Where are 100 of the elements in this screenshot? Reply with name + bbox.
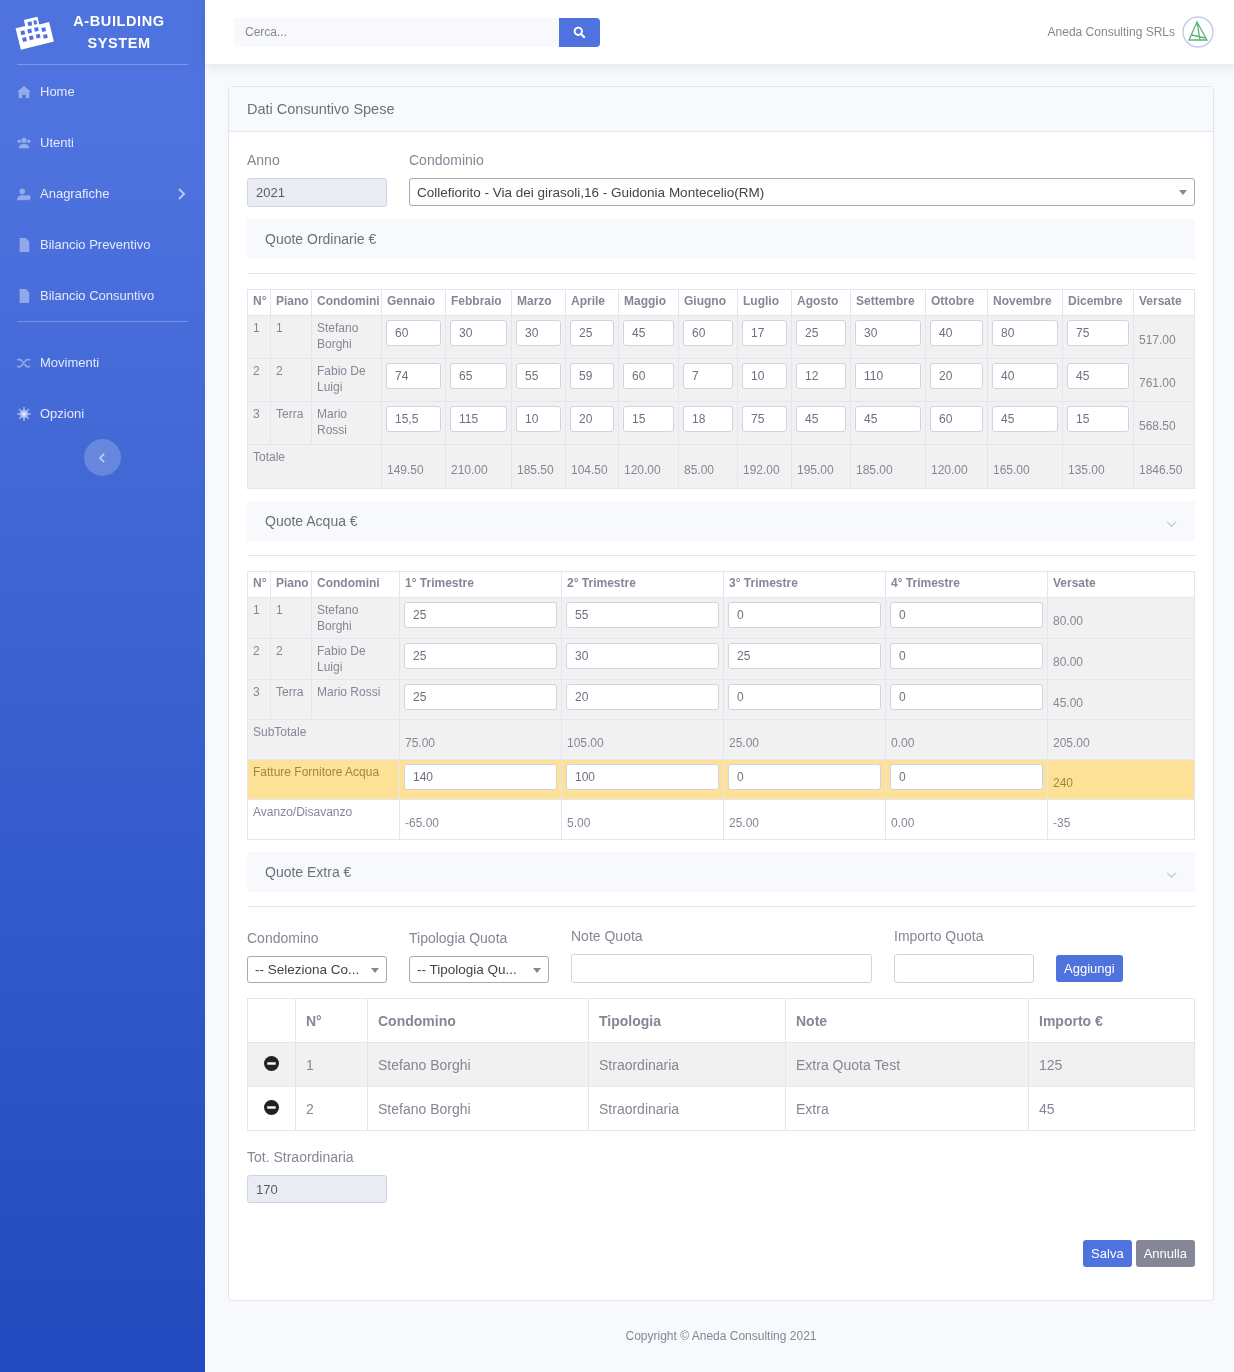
input-field[interactable]: 60 (930, 406, 983, 432)
input-field[interactable]: 30 (855, 320, 921, 346)
column-header: Settembre (850, 289, 926, 316)
sidebar-item[interactable]: Movimenti (17, 337, 188, 388)
table-cell: 195.00 (791, 444, 851, 489)
input-field[interactable]: 20 (566, 684, 719, 710)
input-field[interactable]: 20 (570, 406, 614, 432)
input-field[interactable]: 17 (742, 320, 787, 346)
input-field[interactable]: 75 (742, 406, 787, 432)
section-header[interactable]: Quote Ordinarie € (247, 219, 1195, 259)
column-header: 4° Trimestre (885, 571, 1048, 598)
sidebar-item[interactable]: Anagrafiche (17, 168, 188, 219)
input-field[interactable]: 0 (728, 602, 881, 628)
file-icon (17, 237, 31, 252)
input-field[interactable]: 15,5 (386, 406, 441, 432)
amount-field[interactable] (894, 954, 1034, 983)
column-header: 2° Trimestre (561, 571, 724, 598)
table-cell: 2 (247, 358, 271, 402)
sidebar-toggle-button[interactable] (84, 439, 121, 476)
input-field[interactable]: 75 (1067, 320, 1129, 346)
input-field[interactable]: 25 (796, 320, 846, 346)
input-field[interactable]: 0 (890, 764, 1043, 790)
input-field[interactable]: 45 (623, 320, 674, 346)
cancel-button[interactable]: Annulla (1135, 1240, 1195, 1267)
column-header: Giugno (678, 289, 738, 316)
input-field[interactable]: 140 (404, 764, 557, 790)
input-field[interactable]: 30 (450, 320, 507, 346)
add-button[interactable]: Aggiungi (1056, 955, 1123, 982)
input-field[interactable]: 0 (890, 643, 1043, 669)
condominio-select[interactable]: Collefiorito - Via dei girasoli,16 - Guidonia Montecelio(RM) (409, 178, 1195, 206)
input-field[interactable]: 20 (930, 363, 983, 389)
input-field[interactable]: 45 (855, 406, 921, 432)
input-field[interactable]: 10 (516, 406, 561, 432)
sidebar-item[interactable]: Bilancio Consuntivo (17, 270, 188, 321)
table-cell: 85.00 (678, 444, 738, 489)
note-field[interactable] (571, 954, 872, 983)
input-field[interactable]: 0 (890, 684, 1043, 710)
input-field[interactable]: 25 (404, 643, 557, 669)
input-field[interactable]: 10 (742, 363, 787, 389)
input-field[interactable]: 25 (404, 684, 557, 710)
column-header: Dicembre (1062, 289, 1134, 316)
sidebar-item[interactable]: Utenti (17, 117, 188, 168)
remove-icon[interactable] (264, 1055, 279, 1071)
input-field[interactable]: 25 (728, 643, 881, 669)
input-field[interactable]: 15 (623, 406, 674, 432)
year-field[interactable]: 2021 (247, 178, 387, 207)
search-field[interactable]: Cerca... (234, 17, 559, 47)
table-cell: 185.50 (511, 444, 566, 489)
input-field[interactable]: 30 (566, 643, 719, 669)
input-field[interactable]: 0 (890, 602, 1043, 628)
sidebar-item[interactable]: Bilancio Preventivo (17, 219, 188, 270)
remove-icon[interactable] (264, 1099, 279, 1115)
section-header[interactable]: Quote Extra € (247, 852, 1195, 892)
table-cell: 1 (247, 597, 271, 639)
input-field[interactable]: 60 (386, 320, 441, 346)
input-field[interactable]: 0 (728, 684, 881, 710)
input-field[interactable]: 12 (796, 363, 846, 389)
input-field[interactable]: 45 (796, 406, 846, 432)
input-field[interactable]: 55 (516, 363, 561, 389)
total-field[interactable]: 170 (247, 1175, 387, 1203)
input-field[interactable]: 65 (450, 363, 507, 389)
table-cell: 165.00 (987, 444, 1063, 489)
condomino-select[interactable]: -- Seleziona Co... (247, 956, 387, 983)
input-field[interactable]: 60 (683, 320, 733, 346)
input-field[interactable]: 18 (683, 406, 733, 432)
column-header: Condomino (367, 998, 589, 1043)
table-cell: 1 (295, 1042, 368, 1087)
sidebar-item[interactable]: Opzioni (17, 388, 188, 439)
input-field[interactable]: 15 (1067, 406, 1129, 432)
input-field[interactable]: 0 (728, 764, 881, 790)
tipologia-select[interactable]: -- Tipologia Qu... (409, 956, 549, 983)
input-field[interactable]: 80 (992, 320, 1058, 346)
section-header[interactable]: Quote Acqua € (247, 501, 1195, 541)
input-field[interactable]: 25 (570, 320, 614, 346)
sidebar-item[interactable]: Home (17, 66, 188, 117)
table-cell: 105.00 (561, 719, 724, 760)
input-field[interactable]: 30 (516, 320, 561, 346)
input-field[interactable]: 7 (683, 363, 733, 389)
chevron-right-icon (178, 187, 186, 200)
input-field[interactable]: 115 (450, 406, 507, 432)
field-label: Note Quota (571, 928, 644, 944)
table-cell: Fatture Fornitore Acqua (247, 759, 400, 800)
user-name[interactable]: Aneda Consulting SRLs (1047, 25, 1175, 39)
input-field[interactable]: 40 (992, 363, 1058, 389)
table-cell: 0.00 (885, 719, 1048, 760)
save-button[interactable]: Salva (1083, 1240, 1132, 1267)
input-field[interactable]: 74 (386, 363, 441, 389)
input-field[interactable]: 40 (930, 320, 983, 346)
column-header: Agosto (791, 289, 851, 316)
input-field[interactable]: 59 (570, 363, 614, 389)
search-button[interactable] (559, 17, 600, 47)
input-field[interactable]: 45 (992, 406, 1058, 432)
input-field[interactable]: 100 (566, 764, 719, 790)
table-cell: Totale (247, 444, 382, 489)
input-field[interactable]: 110 (855, 363, 921, 389)
input-field[interactable]: 45 (1067, 363, 1129, 389)
input-field[interactable]: 25 (404, 602, 557, 628)
input-field[interactable]: 55 (566, 602, 719, 628)
input-field[interactable]: 60 (623, 363, 674, 389)
avatar-icon[interactable] (1182, 16, 1214, 48)
